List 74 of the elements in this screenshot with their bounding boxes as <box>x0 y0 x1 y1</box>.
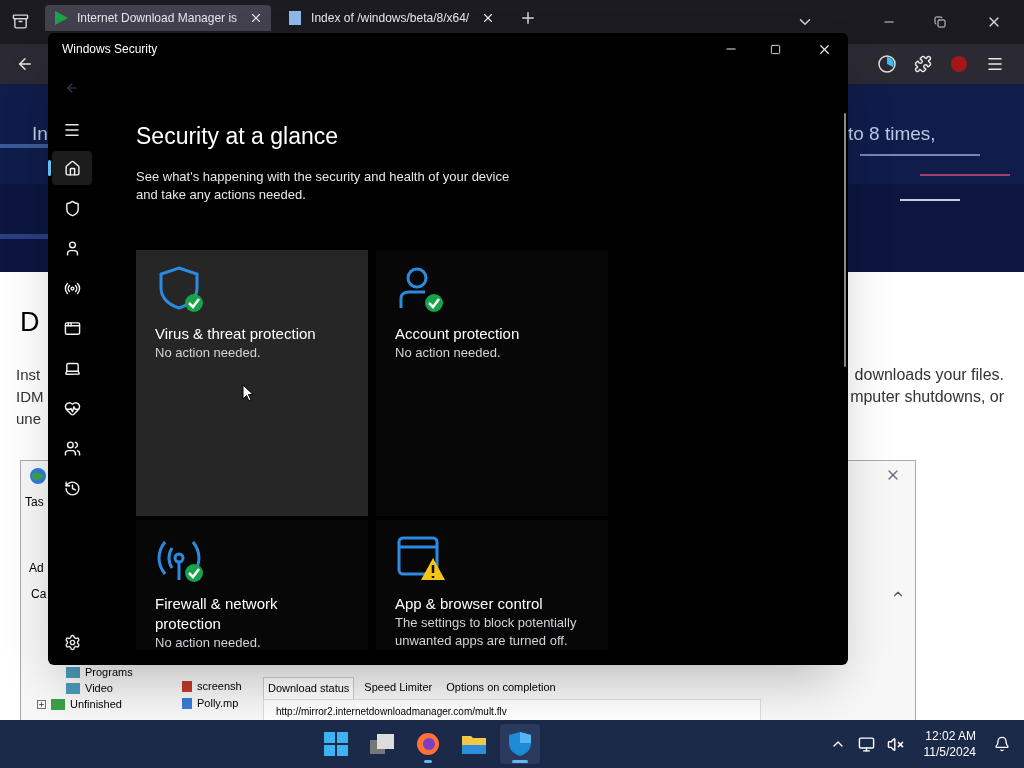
card-status: The settings to block potentially unwanted apps are turned off. <box>395 613 578 650</box>
page-icon <box>287 10 304 26</box>
card-title: Account protection <box>395 323 521 344</box>
history-icon <box>63 479 81 497</box>
folder-icon <box>460 733 487 755</box>
file-icon <box>181 697 193 710</box>
play-icon <box>53 10 69 26</box>
hero-text: In <box>32 122 48 146</box>
page-description: See what's happening with the security and health of your device and take any actions needed. <box>136 167 511 204</box>
card-status: No action needed. <box>155 343 262 362</box>
maximize-icon[interactable] <box>770 43 781 55</box>
expand-toggle[interactable] <box>37 700 46 709</box>
card-title: Firewall & network protection <box>155 593 279 634</box>
dialog-tab[interactable]: Speed Limiter <box>360 677 437 699</box>
card-title: Virus & threat protection <box>155 323 317 344</box>
restore-icon[interactable] <box>934 16 946 28</box>
tree-item[interactable]: Unfinished <box>70 696 122 713</box>
status-card[interactable]: App & browser control The settings to block potentially unwanted apps are turned off. <box>376 519 608 650</box>
file-name[interactable]: Polly.mp <box>197 695 239 712</box>
file-icon <box>181 680 193 693</box>
card-status: No action needed. <box>155 633 262 652</box>
clock-date: 11/5/2024 <box>923 744 976 760</box>
folder-icon <box>50 698 66 711</box>
folder-icon <box>65 682 81 695</box>
window-icon <box>63 319 81 337</box>
browser-icon <box>415 732 440 756</box>
dialog-tab[interactable]: Options on completion <box>442 677 560 699</box>
body-text: Inst <box>16 365 42 385</box>
task-view-icon <box>368 733 395 755</box>
toolbar-label: Ad <box>29 560 44 577</box>
card-status: No action needed. <box>395 343 502 362</box>
gauge-icon[interactable] <box>878 55 896 73</box>
tab-title: Index of /windows/beta/8/x64/ <box>311 10 470 27</box>
page-heading: Security at a glance <box>136 122 339 151</box>
url-field[interactable]: http://mirror2.internetdownloadmanager.com/mult.flv <box>263 699 761 721</box>
menu-icon[interactable] <box>986 55 1004 73</box>
file-name[interactable]: screensh <box>197 678 242 695</box>
panel-label: Ca <box>31 586 47 603</box>
network-icon[interactable] <box>857 735 875 753</box>
extensions-icon[interactable] <box>914 55 932 73</box>
volume-icon[interactable] <box>886 735 904 753</box>
body-text: mputer shutdowns, or <box>850 387 1004 407</box>
heart-pulse-icon <box>63 399 81 417</box>
card-title: App & browser control <box>395 593 544 614</box>
start-icon <box>323 732 348 756</box>
dialog-tab[interactable]: Download status <box>263 677 355 699</box>
folder-icon <box>65 666 81 679</box>
home-icon <box>63 159 81 177</box>
body-text: IDM <box>16 387 44 407</box>
hero-text: to 8 times, <box>848 122 936 146</box>
window-title: Windows Security <box>62 41 159 58</box>
clock[interactable]: 12:02 AM 11/5/2024 <box>923 728 976 760</box>
tab-title: Internet Download Manager is <box>77 10 238 27</box>
tree-item[interactable]: Video <box>85 680 113 697</box>
body-text: une <box>16 409 43 429</box>
cursor-icon <box>242 384 254 402</box>
browser-tab[interactable]: Index of /windows/beta/8/x64/ <box>279 5 504 31</box>
notification-icon[interactable] <box>994 736 1010 752</box>
status-card[interactable]: Firewall & network protection No action needed. <box>136 519 368 650</box>
status-card[interactable]: Account protection No action needed. <box>376 249 608 516</box>
globe-icon <box>29 467 47 485</box>
tree-item[interactable]: Programs <box>85 664 133 681</box>
people-icon <box>63 439 81 457</box>
settings-icon[interactable] <box>63 634 81 651</box>
status-card[interactable]: Virus & threat protection No action needed. <box>136 249 368 516</box>
clock-time: 12:02 AM <box>925 728 976 744</box>
menu-icon[interactable] <box>63 121 81 139</box>
tab-list-icon[interactable] <box>12 13 29 30</box>
menu-item[interactable]: Tas <box>25 493 44 511</box>
page-heading: D <box>20 306 40 339</box>
taskbar-app[interactable] <box>499 724 540 764</box>
body-text: downloads your files. <box>854 365 1004 385</box>
browser-tab[interactable]: Internet Download Manager is <box>45 5 272 31</box>
back-icon[interactable] <box>16 55 34 73</box>
